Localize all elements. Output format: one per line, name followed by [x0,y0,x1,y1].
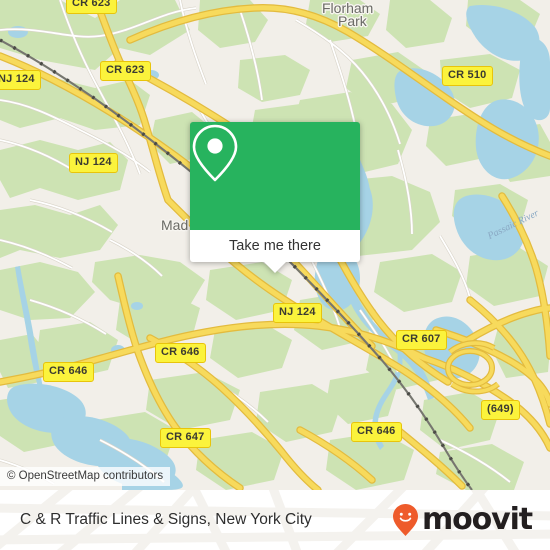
road-shield: CR 623 [100,61,151,81]
location-popup-card[interactable]: Take me there [190,122,360,273]
road-shield: CR 607 [396,330,447,350]
road-shield: (649) [481,400,520,420]
screenshot-root: CR 623 CR 623 CR 510 NJ 124 NJ 124 NJ 12… [0,0,550,550]
take-me-there-label: Take me there [229,238,321,254]
place-title: C & R Traffic Lines & Signs, New York Ci… [20,511,312,528]
road-shield: CR 623 [66,0,117,14]
moovit-smiley-pin-icon [392,504,418,536]
road-shield: CR 646 [43,362,94,382]
popup-tail [264,262,286,273]
road-shield: CR 646 [155,343,206,363]
road-shield: CR 646 [351,422,402,442]
road-shield: NJ 124 [69,153,118,173]
moovit-brand[interactable]: moovit [392,490,533,550]
moovit-wordmark: moovit [421,502,533,537]
take-me-there-button[interactable]: Take me there [190,230,360,273]
place-label: Park [338,13,367,29]
popup-header [190,122,360,230]
road-shield: NJ 124 [273,303,322,323]
road-shield: NJ 124 [0,70,41,90]
map-attribution[interactable]: © OpenStreetMap contributors [0,467,171,486]
road-shield: CR 647 [160,428,211,448]
map-pin-icon [192,124,238,182]
road-shield: CR 510 [442,66,493,86]
place-label: Mad [161,217,189,233]
footer-bar: C & R Traffic Lines & Signs, New York Ci… [0,490,550,550]
map-canvas[interactable]: CR 623 CR 623 CR 510 NJ 124 NJ 124 NJ 12… [0,0,550,490]
